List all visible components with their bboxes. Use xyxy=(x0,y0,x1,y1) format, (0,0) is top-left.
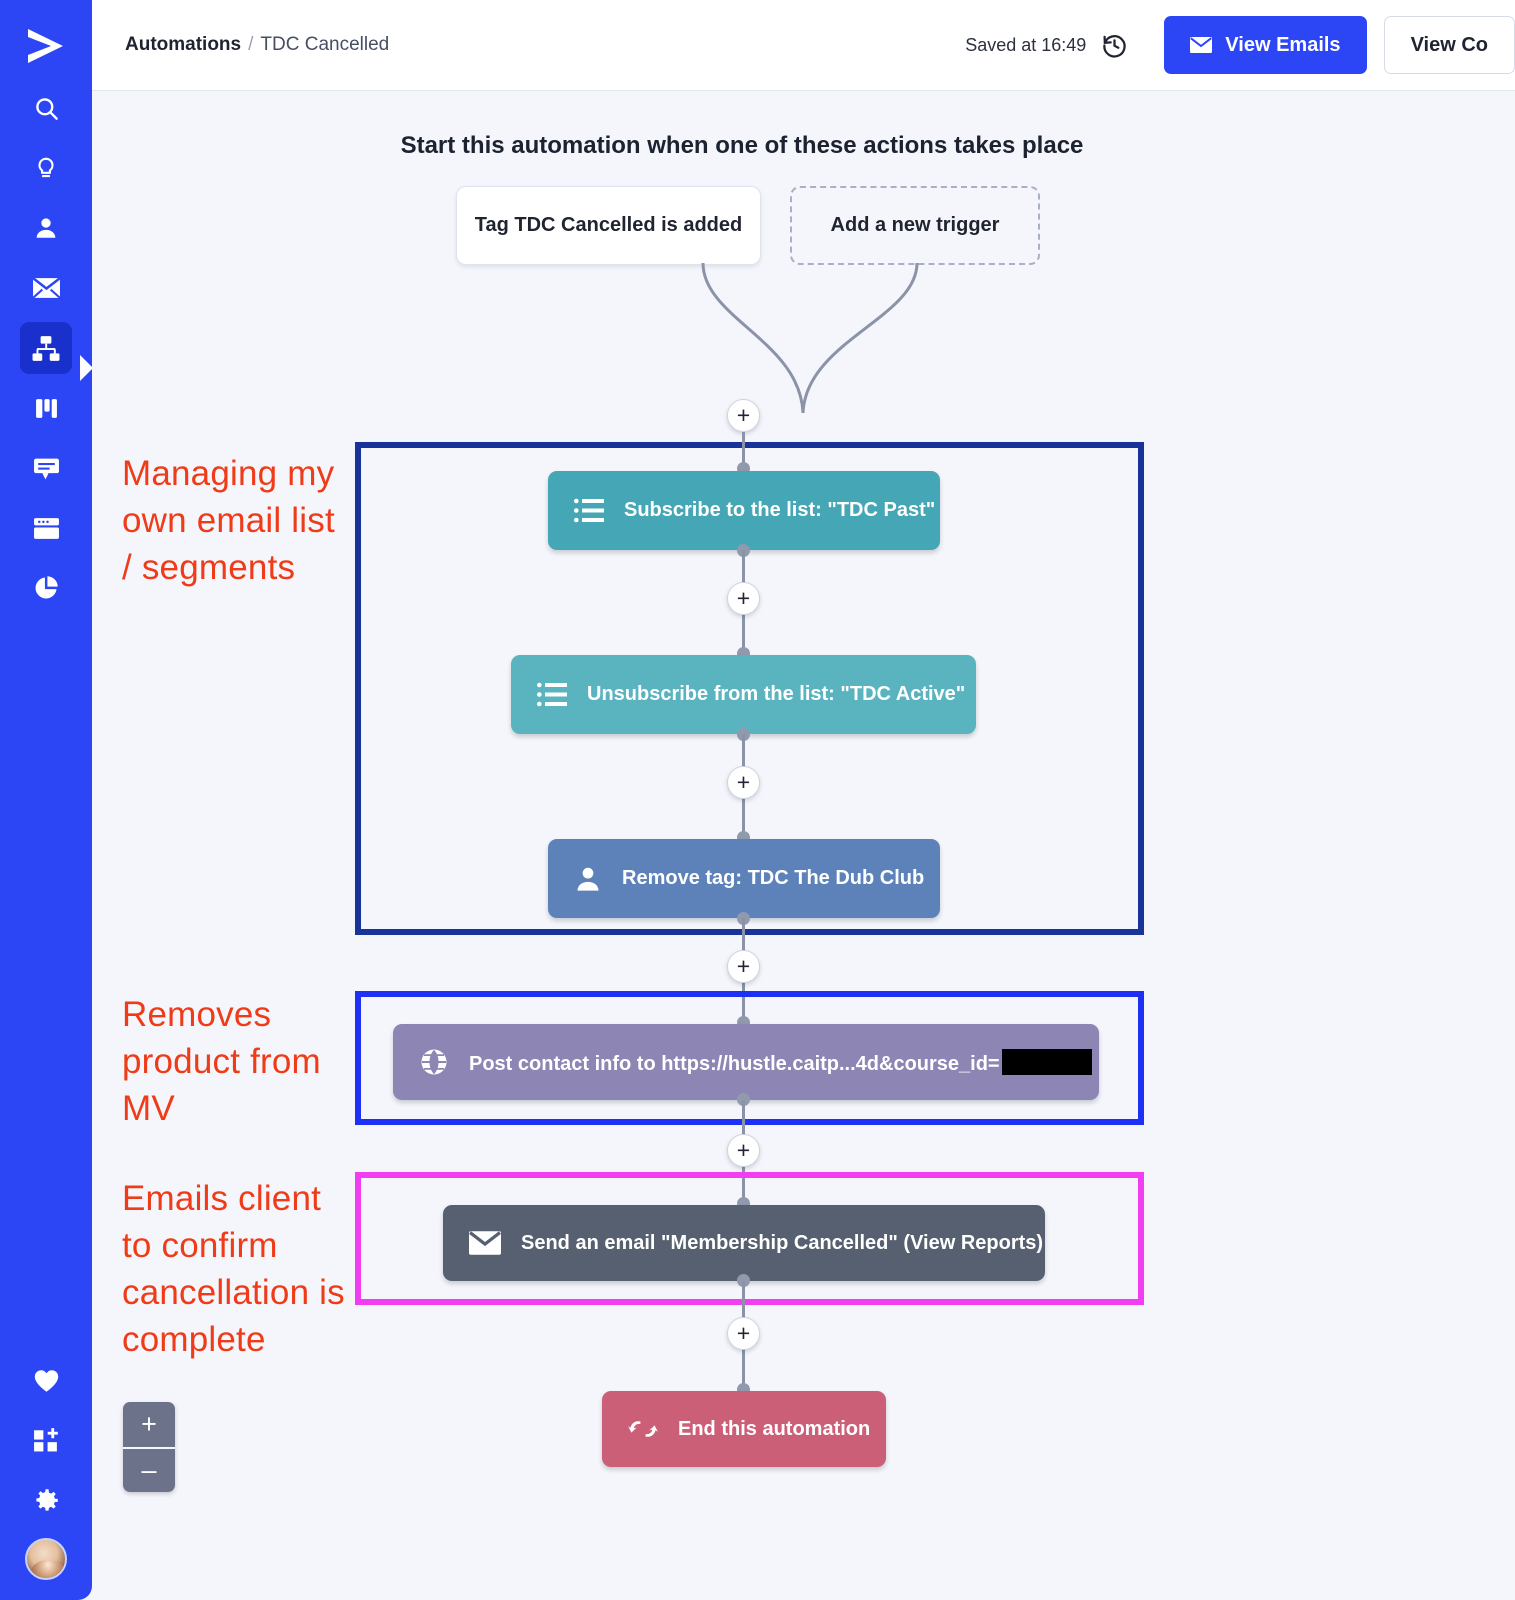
node-label: Subscribe to the list: "TDC Past" xyxy=(624,499,936,521)
zoom-in-button[interactable]: + xyxy=(123,1402,175,1447)
history-clock-icon[interactable] xyxy=(1100,31,1128,59)
node-remove-tag[interactable]: Remove tag: TDC The Dub Club xyxy=(548,839,940,918)
node-subscribe-to-list[interactable]: Subscribe to the list: "TDC Past" xyxy=(548,471,940,550)
annotation-emails-client: Emails client to confirm cancellation is… xyxy=(122,1179,345,1359)
redacted-value xyxy=(1001,1048,1092,1075)
activecampaign-logo-icon[interactable] xyxy=(18,18,74,74)
add-new-trigger-button[interactable]: Add a new trigger xyxy=(790,186,1040,265)
node-label: Remove tag: TDC The Dub Club xyxy=(622,867,925,889)
plus-glyph: + xyxy=(736,1320,751,1346)
sidebar-item-pages[interactable] xyxy=(20,502,72,554)
sidebar-item-ideas[interactable] xyxy=(20,142,72,194)
node-label: End this automation xyxy=(678,1417,871,1440)
list-icon xyxy=(574,498,604,523)
contacts-icon xyxy=(33,215,59,241)
trigger-label: Tag TDC Cancelled is added xyxy=(474,214,743,236)
node-label-text: Post contact info to https://hustle.cait… xyxy=(469,1052,1000,1075)
trigger-connector-lines xyxy=(701,263,919,414)
sidebar-item-deals[interactable] xyxy=(20,382,72,434)
top-bar: Automations / TDC Cancelled Saved at 16:49… xyxy=(92,0,1515,91)
add-step-button-0[interactable]: + xyxy=(727,399,760,432)
sidebar-item-settings[interactable] xyxy=(20,1474,72,1526)
plus-glyph: + xyxy=(736,585,751,611)
envelope-icon xyxy=(469,1231,501,1255)
view-contacts-button[interactable]: View Co xyxy=(1383,16,1515,74)
zoom-out-button[interactable]: – xyxy=(123,1447,175,1492)
annotation-managing-list: Managing my own email list / segments xyxy=(122,454,335,587)
view-emails-label: View Emails xyxy=(1225,33,1341,56)
breadcrumb: Automations / TDC Cancelled xyxy=(125,34,389,56)
add-step-button-2[interactable]: + xyxy=(727,766,760,799)
sidebar-item-automations[interactable] xyxy=(20,322,72,374)
pages-icon xyxy=(33,517,60,540)
search-icon xyxy=(33,95,60,122)
reports-icon xyxy=(33,575,59,601)
breadcrumb-current: TDC Cancelled xyxy=(260,34,390,55)
sidebar-item-campaigns[interactable] xyxy=(20,262,72,314)
plus-glyph: + xyxy=(736,1137,751,1163)
apps-add-icon xyxy=(33,1427,60,1453)
breadcrumb-separator: / xyxy=(248,34,254,55)
list-icon xyxy=(537,682,567,707)
node-unsubscribe-from-list[interactable]: Unsubscribe from the list: "TDC Active" xyxy=(511,655,976,734)
add-step-button-4[interactable]: + xyxy=(727,1134,760,1167)
view-emails-button[interactable]: View Emails xyxy=(1164,16,1367,74)
flow-title: Start this automation when one of these … xyxy=(400,132,1084,159)
plus-glyph: + xyxy=(736,402,751,428)
node-label: Post contact info to https://hustle.cait… xyxy=(469,1048,1092,1076)
plus-glyph: + xyxy=(736,769,751,795)
sidebar-item-favorites[interactable] xyxy=(20,1354,72,1406)
saved-status-label: Saved at 16:49 xyxy=(965,34,1087,55)
globe-icon xyxy=(419,1047,449,1077)
envelope-icon xyxy=(1190,37,1213,53)
left-sidebar xyxy=(0,0,92,1600)
zoom-controls: + – xyxy=(123,1402,175,1492)
node-send-email[interactable]: Send an email "Membership Cancelled" (Vi… xyxy=(443,1205,1045,1281)
annotation-removes-product: Removes product from MV xyxy=(122,995,321,1128)
sidebar-item-contacts[interactable] xyxy=(20,202,72,254)
node-label: Unsubscribe from the list: "TDC Active" xyxy=(587,683,966,705)
sidebar-item-apps[interactable] xyxy=(20,1414,72,1466)
top-bar-actions: Saved at 16:49 View Emails View Co xyxy=(965,16,1515,74)
view-contacts-label: View Co xyxy=(1410,33,1488,56)
sidebar-item-conversations[interactable] xyxy=(20,442,72,494)
add-step-button-3[interactable]: + xyxy=(727,950,760,983)
node-label: Send an email "Membership Cancelled" (Vi… xyxy=(521,1231,1044,1254)
heart-icon xyxy=(33,1368,60,1393)
automation-canvas: Start this automation when one of these … xyxy=(92,91,1515,1600)
app-root: Automations / TDC Cancelled Saved at 16:49… xyxy=(0,0,1515,1600)
deals-icon xyxy=(34,396,59,421)
node-post-contact-info[interactable]: Post contact info to https://hustle.cait… xyxy=(393,1024,1099,1100)
gear-icon xyxy=(33,1487,60,1514)
sidebar-item-reports[interactable] xyxy=(20,562,72,614)
envelope-icon xyxy=(31,276,61,300)
lightbulb-icon xyxy=(33,155,59,182)
breadcrumb-automations[interactable]: Automations xyxy=(125,34,241,55)
trigger-tag-added[interactable]: Tag TDC Cancelled is added xyxy=(456,186,761,265)
automations-icon xyxy=(32,335,60,362)
plus-glyph: + xyxy=(736,953,751,979)
contact-icon xyxy=(574,865,602,893)
conversations-icon xyxy=(33,456,60,481)
sidebar-item-search[interactable] xyxy=(20,82,72,134)
avatar[interactable] xyxy=(25,1538,67,1580)
add-step-button-5[interactable]: + xyxy=(727,1317,760,1350)
end-arrows-icon xyxy=(628,1418,658,1440)
add-step-button-1[interactable]: + xyxy=(727,582,760,615)
node-end-automation[interactable]: End this automation xyxy=(602,1391,886,1467)
add-trigger-label: Add a new trigger xyxy=(830,214,1000,236)
